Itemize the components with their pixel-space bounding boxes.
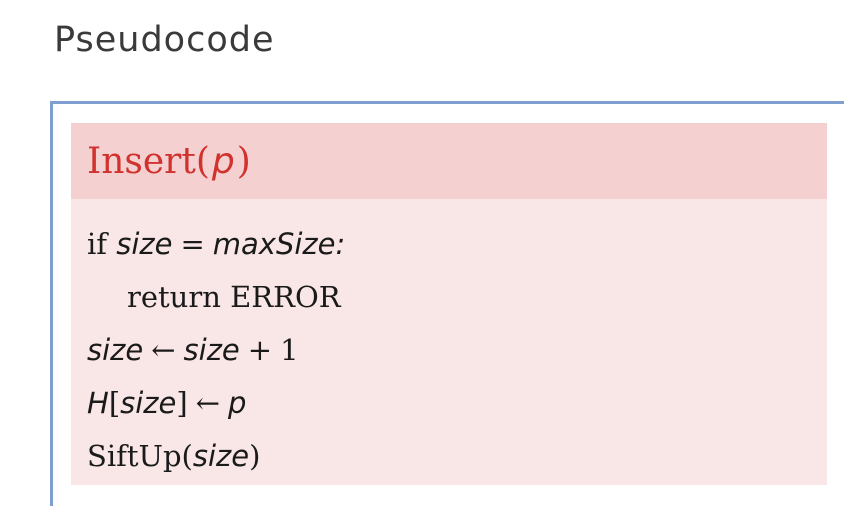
close-paren: ) bbox=[249, 438, 261, 473]
colon: : bbox=[335, 226, 346, 261]
variable-size: size bbox=[192, 438, 250, 473]
frame-left-border bbox=[50, 101, 53, 506]
frame-top-border bbox=[50, 101, 844, 104]
variable-p: p bbox=[228, 385, 247, 420]
slide: Pseudocode Insert(p) if size = maxSize: re… bbox=[0, 0, 844, 506]
pseudocode-block: Insert(p) if size = maxSize: return ERROR … bbox=[71, 123, 827, 485]
code-line-2: return ERROR bbox=[87, 270, 827, 323]
assign-arrow: ← bbox=[151, 332, 176, 367]
code-body: if size = maxSize: return ERROR size ← size +… bbox=[71, 199, 827, 482]
equals-operator: = bbox=[180, 226, 205, 261]
number-one: 1 bbox=[280, 332, 299, 367]
close-paren: ) bbox=[236, 140, 251, 182]
code-line-5: SiftUp(size) bbox=[87, 429, 827, 482]
code-line-1: if size = maxSize: bbox=[87, 217, 827, 270]
array-h: H bbox=[87, 385, 109, 420]
algorithm-param: p bbox=[211, 140, 235, 182]
plus-operator: + bbox=[247, 332, 273, 367]
keyword-return: return bbox=[127, 279, 221, 314]
page-title: Pseudocode bbox=[54, 20, 275, 60]
open-paren: ( bbox=[181, 438, 193, 473]
algorithm-header: Insert(p) bbox=[71, 123, 827, 199]
open-bracket: [ bbox=[108, 385, 121, 420]
code-line-3: size ← size +1 bbox=[87, 323, 827, 376]
variable-size: size bbox=[87, 332, 144, 367]
algorithm-name: Insert bbox=[87, 140, 196, 182]
function-siftup: SiftUp bbox=[87, 438, 182, 473]
variable-size: size bbox=[183, 332, 240, 367]
open-paren: ( bbox=[195, 140, 210, 182]
code-line-4: H[size] ← p bbox=[87, 376, 827, 429]
variable-maxsize: maxSize bbox=[212, 226, 336, 261]
variable-size: size bbox=[116, 226, 173, 261]
variable-size: size bbox=[120, 385, 177, 420]
close-bracket: ] bbox=[176, 385, 188, 420]
keyword-if: if bbox=[87, 226, 108, 261]
assign-arrow: ← bbox=[195, 385, 221, 420]
value-error: ERROR bbox=[230, 279, 341, 314]
